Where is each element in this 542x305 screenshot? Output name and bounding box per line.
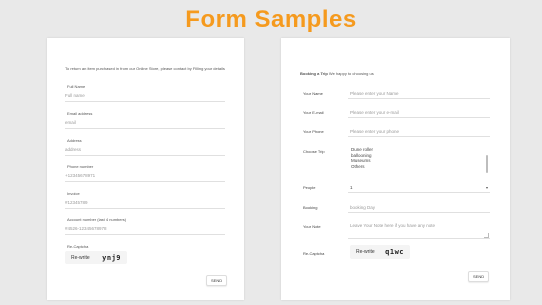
email-label: Email address bbox=[67, 111, 93, 116]
return-form-card: To return an item purchased in from our … bbox=[47, 38, 244, 300]
phone-input[interactable]: Please enter your phone bbox=[350, 129, 399, 134]
phone-label: Your Phone bbox=[303, 129, 324, 134]
booking-intro-title: Booking a Trip bbox=[300, 71, 328, 76]
name-label: Your Name bbox=[303, 91, 323, 96]
phone-underline bbox=[348, 136, 490, 137]
email-underline bbox=[348, 117, 490, 118]
form-intro: To return an item purchased in from our … bbox=[65, 66, 225, 71]
email-input[interactable]: Please enter your e-mail bbox=[350, 110, 399, 115]
invoice-input[interactable]: #12345789 bbox=[65, 200, 88, 205]
address-label: Address bbox=[67, 138, 82, 143]
full-name-label: Full Name bbox=[67, 84, 86, 89]
captcha-code: ynj9 bbox=[102, 253, 121, 262]
captcha-rewrite-text: Re-write bbox=[356, 249, 375, 255]
booking-form-card: Booking a Trip We happy to choosing us Y… bbox=[281, 38, 510, 300]
captcha-rewrite-text: Re-write bbox=[71, 254, 90, 261]
trip-option[interactable]: Museums bbox=[351, 158, 373, 164]
name-input[interactable]: Please enter your Name bbox=[350, 91, 399, 96]
invoice-label: Invoice bbox=[67, 191, 80, 196]
full-name-input[interactable]: Full name bbox=[65, 93, 85, 98]
captcha-box: Re-write ynj9 bbox=[65, 251, 127, 264]
account-number-label: Account number (last 4 numbers) bbox=[67, 217, 127, 222]
name-underline bbox=[348, 98, 490, 99]
send-button[interactable]: SEND bbox=[206, 275, 228, 286]
captcha-box: Re-write q1wc bbox=[350, 245, 410, 259]
booking-input[interactable]: booking Day bbox=[350, 205, 375, 210]
page-title: Form Samples bbox=[185, 6, 357, 33]
phone-label: Phone number bbox=[67, 164, 94, 169]
booking-underline bbox=[348, 212, 490, 213]
full-name-underline bbox=[65, 101, 225, 102]
people-select[interactable]: 1 bbox=[350, 185, 353, 190]
trip-label: Choose Trip bbox=[303, 149, 325, 154]
people-underline bbox=[348, 192, 490, 193]
phone-underline bbox=[65, 181, 225, 182]
account-number-input[interactable]: #4526-12345678978 bbox=[65, 226, 107, 231]
phone-input[interactable]: +12345678971 bbox=[65, 173, 95, 178]
note-textarea[interactable]: Leave Your Note here if you have any not… bbox=[350, 223, 435, 228]
note-underline bbox=[348, 238, 490, 239]
account-number-underline bbox=[65, 234, 225, 235]
send-button[interactable]: SEND bbox=[468, 271, 490, 282]
trip-scrollbar[interactable] bbox=[486, 155, 488, 173]
email-underline bbox=[65, 128, 225, 129]
booking-label: Booking bbox=[303, 205, 318, 210]
trip-option[interactable]: Others bbox=[351, 164, 373, 170]
note-label: Your Note bbox=[303, 224, 321, 229]
trip-option[interactable]: Dune roller bbox=[351, 147, 373, 153]
invoice-underline bbox=[65, 208, 225, 209]
captcha-label: Re-Captcha bbox=[67, 244, 89, 249]
email-input[interactable]: email bbox=[65, 120, 76, 125]
booking-intro-text: We happy to choosing us bbox=[327, 71, 374, 76]
booking-intro: Booking a Trip We happy to choosing us bbox=[300, 71, 374, 76]
captcha-code: q1wc bbox=[385, 248, 404, 256]
address-underline bbox=[65, 155, 225, 156]
email-label: Your E-mail bbox=[303, 110, 324, 115]
people-label: People bbox=[303, 185, 316, 190]
captcha-label: Re-Captcha bbox=[303, 251, 325, 256]
chevron-down-icon[interactable] bbox=[486, 187, 488, 189]
address-input[interactable]: address bbox=[65, 147, 81, 152]
trip-select[interactable]: Dune roller ballooning Museums Others bbox=[351, 147, 373, 169]
